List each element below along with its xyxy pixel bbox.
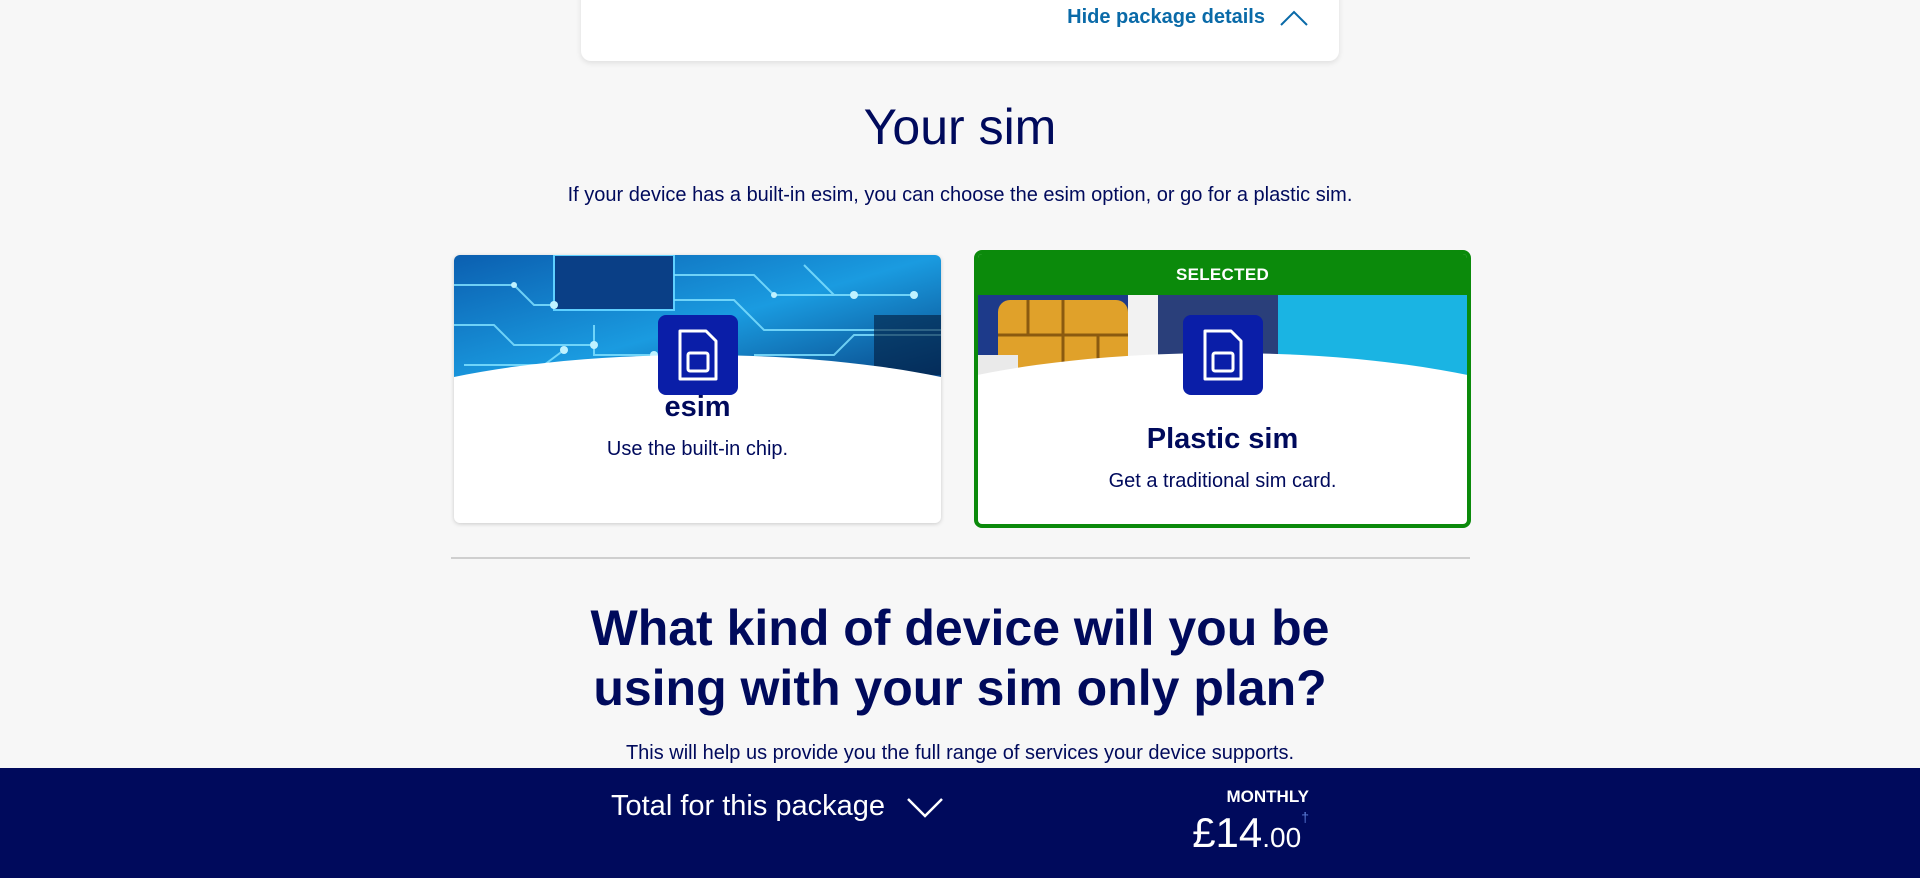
price-pence: .00 (1262, 822, 1302, 853)
monthly-label: MONTHLY (1226, 787, 1310, 806)
plastic-sim-option-name: Plastic sim (1146, 423, 1299, 455)
device-question-line-2: using with your sim only plan? (593, 660, 1327, 716)
chevron-down-icon (907, 797, 943, 818)
esim-option-description: Use the built-in chip. (606, 438, 789, 460)
your-sim-subtitle: If your device has a built-in esim, you … (567, 184, 1353, 206)
price-pounds: £14 (1192, 809, 1263, 856)
your-sim-heading: Your sim (863, 99, 1057, 155)
esim-option-card[interactable]: esim Use the built-in chip. (454, 255, 941, 523)
esim-hero-image (454, 255, 941, 395)
page: Hide package details Your sim If your de… (0, 0, 1920, 878)
monthly-price: £14.00† (1192, 809, 1309, 857)
plastic-sim-option-card[interactable]: SELECTED Plastic sim Get a traditional s… (974, 250, 1471, 528)
section-divider (451, 557, 1470, 559)
total-bar: Total for this package MONTHLY £14.00† (0, 768, 1920, 878)
sim-card-icon (657, 315, 738, 395)
esim-option-name: esim (664, 391, 731, 423)
device-question-heading: What kind of device will you be using wi… (0, 598, 1920, 718)
total-for-package-label: Total for this package (611, 790, 886, 822)
hide-package-details-link[interactable]: Hide package details (1067, 6, 1309, 29)
hide-package-details-label: Hide package details (1067, 6, 1265, 28)
package-details-card: Hide package details (581, 0, 1339, 61)
device-question-line-1: What kind of device will you be (590, 600, 1330, 656)
price-dagger: † (1301, 809, 1309, 825)
sim-card-icon (1182, 315, 1263, 395)
device-question-subtitle: This will help us provide you the full r… (625, 742, 1295, 764)
plastic-sim-hero-image (978, 295, 1467, 398)
total-for-package-toggle[interactable]: Total for this package (611, 790, 945, 823)
chevron-up-icon (1280, 10, 1308, 26)
selected-badge: SELECTED (978, 254, 1467, 295)
plastic-sim-option-description: Get a traditional sim card. (1108, 470, 1337, 492)
